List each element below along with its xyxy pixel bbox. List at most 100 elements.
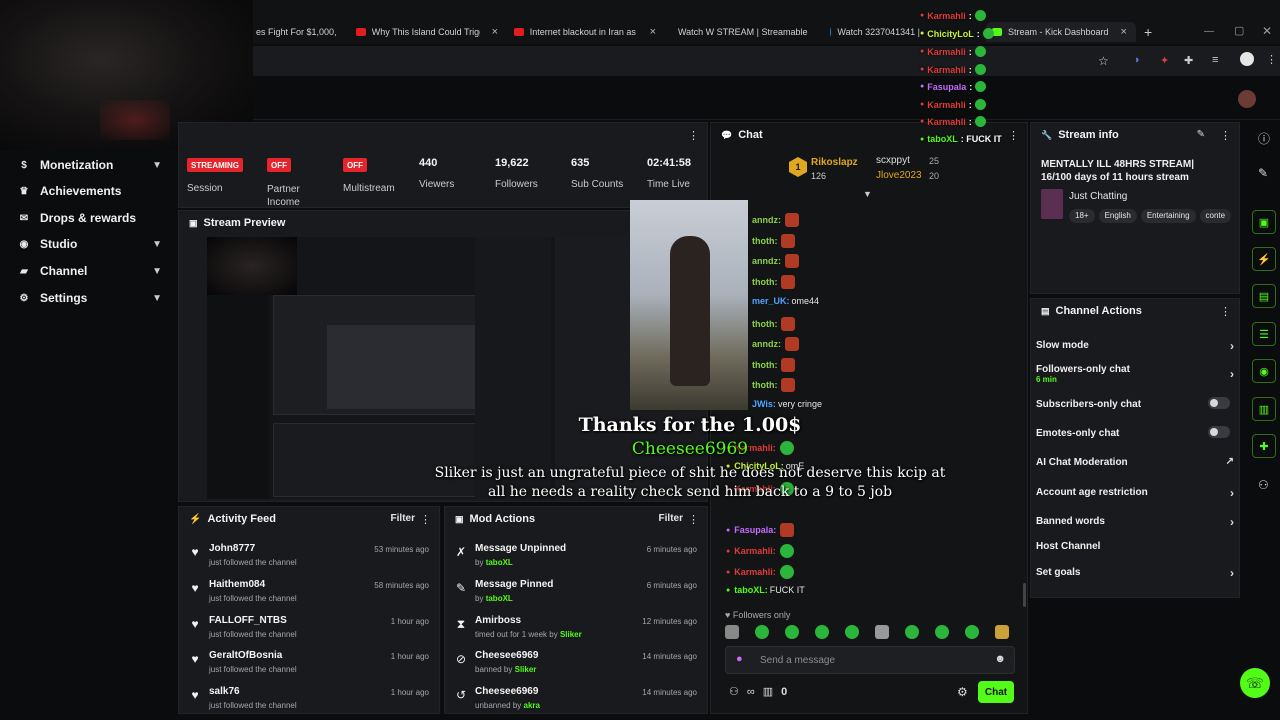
rail-activity-button[interactable]: ⚡ <box>1252 247 1276 271</box>
chat-username[interactable]: thoth: <box>752 277 777 287</box>
browser-tab[interactable]: Why This Island Could Trigger W × <box>356 22 498 42</box>
chat-username[interactable]: anndz: <box>752 256 781 266</box>
chat-username[interactable]: thoth: <box>752 380 777 390</box>
emote-icon[interactable] <box>905 625 919 639</box>
info-icon[interactable]: ⓘ <box>1258 130 1270 147</box>
minimize-icon[interactable]: — <box>1204 26 1214 37</box>
subscribers-only-action[interactable]: Subscribers-only chat <box>1036 397 1234 410</box>
activity-user[interactable]: GeraltOfBosnia <box>209 650 282 661</box>
sidebar-item-monetization[interactable]: $ Monetization ▼ <box>18 152 168 178</box>
activity-filter-button[interactable]: Filter <box>391 513 415 524</box>
sidebar-item-channel[interactable]: ▰ Channel ▼ <box>18 258 168 284</box>
chat-scrollbar[interactable] <box>1023 583 1026 607</box>
close-icon[interactable]: × <box>492 26 498 38</box>
sidebar-item-studio[interactable]: ◉ Studio ▼ <box>18 231 168 257</box>
sidebar-item-settings[interactable]: ⚙ Settings ▼ <box>18 285 168 311</box>
subscribers-only-toggle[interactable] <box>1208 397 1230 409</box>
moderator-name[interactable]: taboXL <box>486 594 513 603</box>
edit-icon[interactable]: ✎ <box>1197 129 1205 140</box>
infinity-icon[interactable]: ∞ <box>747 686 755 698</box>
new-tab-button[interactable]: + <box>1144 24 1152 40</box>
emote-icon[interactable] <box>815 625 829 639</box>
rail-chat-button[interactable]: ☰ <box>1252 322 1276 346</box>
gifter-name[interactable]: scxppyt <box>876 155 910 166</box>
browser-tab-active[interactable]: Stream - Kick Dashboard × <box>986 22 1136 42</box>
close-icon[interactable]: × <box>1121 26 1127 38</box>
mod-action-title[interactable]: Cheesee6969 <box>475 686 538 697</box>
moderator-name[interactable]: Sliker <box>515 665 537 674</box>
address-bar[interactable]: ☆ ◗ ✦ ✚ ≡ ⋮ <box>250 46 1280 76</box>
more-options-icon[interactable]: ⋮ <box>1220 129 1231 142</box>
mod-action-title[interactable]: Amirboss <box>475 615 521 626</box>
more-icon[interactable]: ⋮ <box>1266 53 1277 66</box>
rail-info-button[interactable]: ▤ <box>1252 284 1276 308</box>
browser-tab[interactable]: Internet blackout in Iran as pro × <box>514 22 656 42</box>
chat-username[interactable]: thoth: <box>752 319 777 329</box>
more-options-icon[interactable]: ⋮ <box>688 513 699 526</box>
chat-username[interactable]: Karmahli: <box>734 567 776 577</box>
more-options-icon[interactable]: ⋮ <box>420 513 431 526</box>
category-name[interactable]: Just Chatting <box>1069 191 1127 202</box>
trash-icon[interactable]: ▥ <box>763 685 773 698</box>
chat-username[interactable]: anndz: <box>752 215 781 225</box>
chat-username[interactable]: anndz: <box>752 339 781 349</box>
extension-icon[interactable]: ✦ <box>1160 54 1169 67</box>
moderator-name[interactable]: Sliker <box>560 630 582 639</box>
partner-income-badge[interactable]: OFF <box>267 158 291 172</box>
emoji-icon[interactable]: ☻ <box>994 653 1006 665</box>
extension-icon[interactable]: ◗ <box>1134 54 1141 66</box>
maximize-icon[interactable]: ▢ <box>1234 24 1244 37</box>
emotes-only-action[interactable]: Emotes-only chat <box>1036 426 1234 439</box>
mod-action-title[interactable]: Cheesee6969 <box>475 650 538 661</box>
emote-icon[interactable] <box>995 625 1009 639</box>
star-icon[interactable]: ☆ <box>1098 54 1109 68</box>
moderator-name[interactable]: akra <box>524 701 540 710</box>
share-icon[interactable]: ⚇ <box>1258 478 1269 492</box>
sidebar-item-achievements[interactable]: ♛ Achievements <box>18 178 168 204</box>
edit-icon[interactable]: ✎ <box>1258 166 1268 180</box>
top-gifter-name[interactable]: Rikoslapz <box>811 157 858 168</box>
close-icon[interactable]: × <box>650 26 656 38</box>
emote-icon[interactable] <box>785 625 799 639</box>
emote-icon[interactable] <box>875 625 889 639</box>
send-chat-button[interactable]: Chat <box>978 681 1014 703</box>
gear-icon[interactable]: ⚙ <box>957 685 968 699</box>
chat-username[interactable]: thoth: <box>752 236 777 246</box>
close-window-icon[interactable]: ✕ <box>1262 24 1272 38</box>
puzzle-icon[interactable]: ✚ <box>1184 54 1193 67</box>
chat-input[interactable]: ● Send a message ☻ <box>725 646 1015 674</box>
slow-mode-action[interactable]: Slow mode › <box>1036 339 1234 353</box>
mod-filter-button[interactable]: Filter <box>659 513 683 524</box>
rail-preview-button[interactable]: ▣ <box>1252 210 1276 234</box>
menu-icon[interactable]: ≡ <box>1212 54 1218 66</box>
emotes-only-toggle[interactable] <box>1208 426 1230 438</box>
emote-icon[interactable] <box>845 625 859 639</box>
banned-words-action[interactable]: Banned words › <box>1036 515 1234 529</box>
rail-broadcast-button[interactable]: ◉ <box>1252 359 1276 383</box>
more-options-icon[interactable]: ⋮ <box>1008 129 1019 142</box>
more-options-icon[interactable]: ⋮ <box>1220 305 1231 318</box>
chat-username[interactable]: thoth: <box>752 360 777 370</box>
emote-icon[interactable] <box>755 625 769 639</box>
users-icon[interactable]: ⚇ <box>729 685 739 698</box>
chat-username[interactable]: taboXL: <box>734 585 768 595</box>
gifter-name[interactable]: Jlove2023 <box>876 170 922 181</box>
activity-user[interactable]: John8777 <box>209 543 255 554</box>
activity-user[interactable]: salk76 <box>209 686 240 697</box>
avatar[interactable] <box>1238 90 1256 108</box>
emote-icon[interactable] <box>935 625 949 639</box>
activity-user[interactable]: Haithem084 <box>209 579 265 590</box>
followers-only-action[interactable]: Followers-only chat 6 min › <box>1036 364 1234 384</box>
more-options-icon[interactable]: ⋮ <box>688 129 699 142</box>
browser-tab[interactable]: Watch 3237041341 | <box>830 22 920 42</box>
activity-user[interactable]: FALLOFF_NTBS <box>209 615 287 626</box>
set-goals-action[interactable]: Set goals › <box>1036 566 1234 580</box>
emote-icon[interactable] <box>725 625 739 639</box>
browser-tab[interactable]: es Fight For $1,000,× <box>256 22 342 42</box>
moderator-name[interactable]: taboXL <box>486 558 513 567</box>
rail-settings-button[interactable]: ✚ <box>1252 434 1276 458</box>
ai-moderation-action[interactable]: AI Chat Moderation ↗ <box>1036 456 1234 468</box>
chat-username[interactable]: Karmahli: <box>734 546 776 556</box>
profile-icon[interactable] <box>1240 52 1254 66</box>
support-button[interactable]: ☏ <box>1240 668 1270 698</box>
